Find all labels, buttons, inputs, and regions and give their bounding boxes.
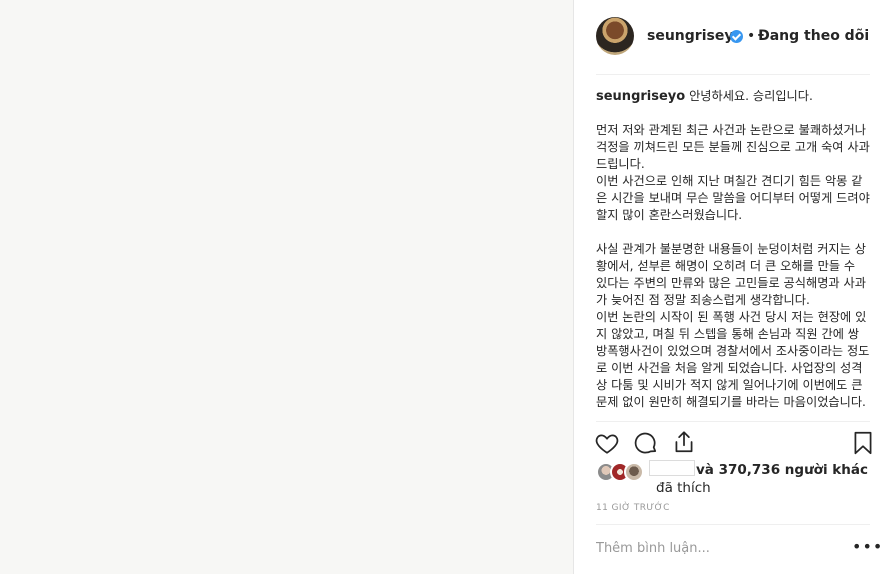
actions-divider: [596, 421, 870, 422]
post-username[interactable]: seungriseyo: [647, 28, 743, 44]
bookmark-icon[interactable]: [850, 430, 876, 456]
header-divider: [596, 74, 870, 75]
post-media-area: [0, 0, 573, 574]
post-side-panel: seungriseyo • Đang theo dõi seungriseyo …: [574, 0, 893, 574]
more-options-icon[interactable]: •••: [852, 538, 882, 558]
liked-label: đã thích: [656, 480, 711, 496]
redacted-liker-name: [649, 460, 695, 476]
heart-icon[interactable]: [594, 430, 620, 456]
post-caption: seungriseyo 안녕하세요. 승리입니다. 먼저 저와 관계된 최근 사…: [596, 88, 870, 420]
caption-body: 먼저 저와 관계된 최근 사건과 논란으로 불쾌하셨거나 걱정을 끼쳐드린 모든…: [596, 123, 870, 409]
comment-divider: [596, 524, 870, 525]
dot-separator: •: [747, 28, 756, 44]
caption-username[interactable]: seungriseyo: [596, 89, 685, 104]
comment-input[interactable]: [596, 538, 846, 558]
avatar[interactable]: [596, 17, 634, 55]
share-icon[interactable]: [671, 429, 697, 455]
caption-greeting: 안녕하세요. 승리입니다.: [689, 89, 813, 103]
following-button[interactable]: Đang theo dõi: [758, 28, 869, 44]
liker-avatar: [624, 462, 644, 482]
comment-icon[interactable]: [633, 430, 659, 456]
likes-count[interactable]: và 370,736 người khác: [696, 462, 868, 478]
post-header: seungriseyo • Đang theo dõi: [574, 0, 893, 74]
verified-badge-icon: [730, 30, 743, 43]
post-timestamp[interactable]: 11 GIỜ TRƯỚC: [596, 503, 670, 513]
